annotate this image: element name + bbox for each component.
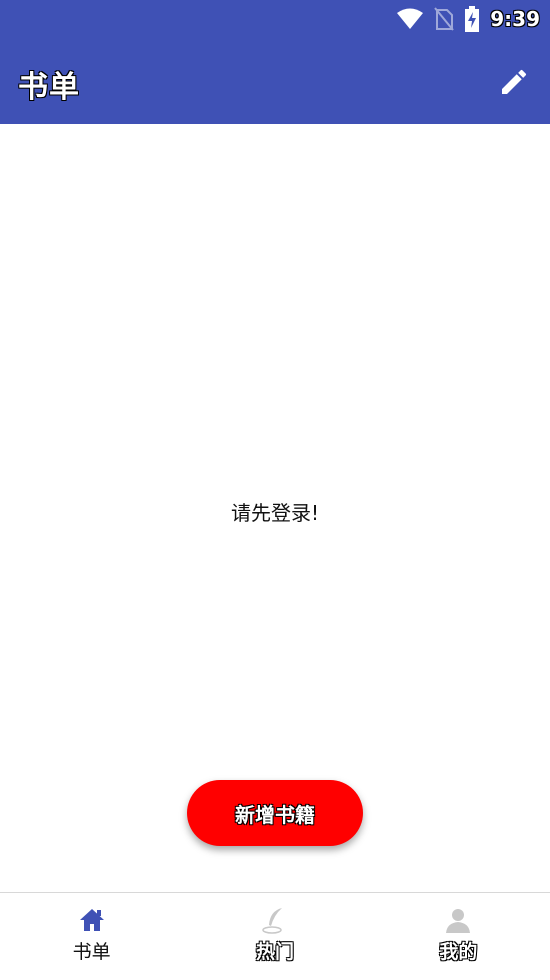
status-time: 9:39: [490, 7, 540, 31]
nav-label-mine: 我的: [439, 941, 478, 963]
feather-icon: [262, 908, 282, 934]
home-icon: [79, 909, 104, 931]
app-bar: 9:39 书单: [0, 0, 550, 124]
battery-charging-icon: [465, 6, 480, 32]
login-prompt: 请先登录!: [230, 501, 320, 525]
edit-button[interactable]: [498, 66, 530, 98]
bottom-navigation: 书单 热门 我的: [0, 892, 550, 980]
add-book-button[interactable]: 新增书籍: [187, 780, 363, 846]
nav-item-popular[interactable]: 热门: [183, 893, 366, 980]
nav-label-popular: 热门: [255, 941, 294, 963]
no-sim-icon: [434, 7, 455, 31]
page-title: 书单: [18, 70, 80, 105]
wifi-icon: [397, 8, 424, 29]
person-icon: [446, 909, 471, 933]
nav-label-booklist: 书单: [72, 941, 111, 963]
nav-item-booklist[interactable]: 书单: [0, 893, 183, 980]
status-bar: 9:39: [396, 6, 540, 32]
nav-item-mine[interactable]: 我的: [367, 893, 550, 980]
edit-icon: [502, 69, 527, 94]
